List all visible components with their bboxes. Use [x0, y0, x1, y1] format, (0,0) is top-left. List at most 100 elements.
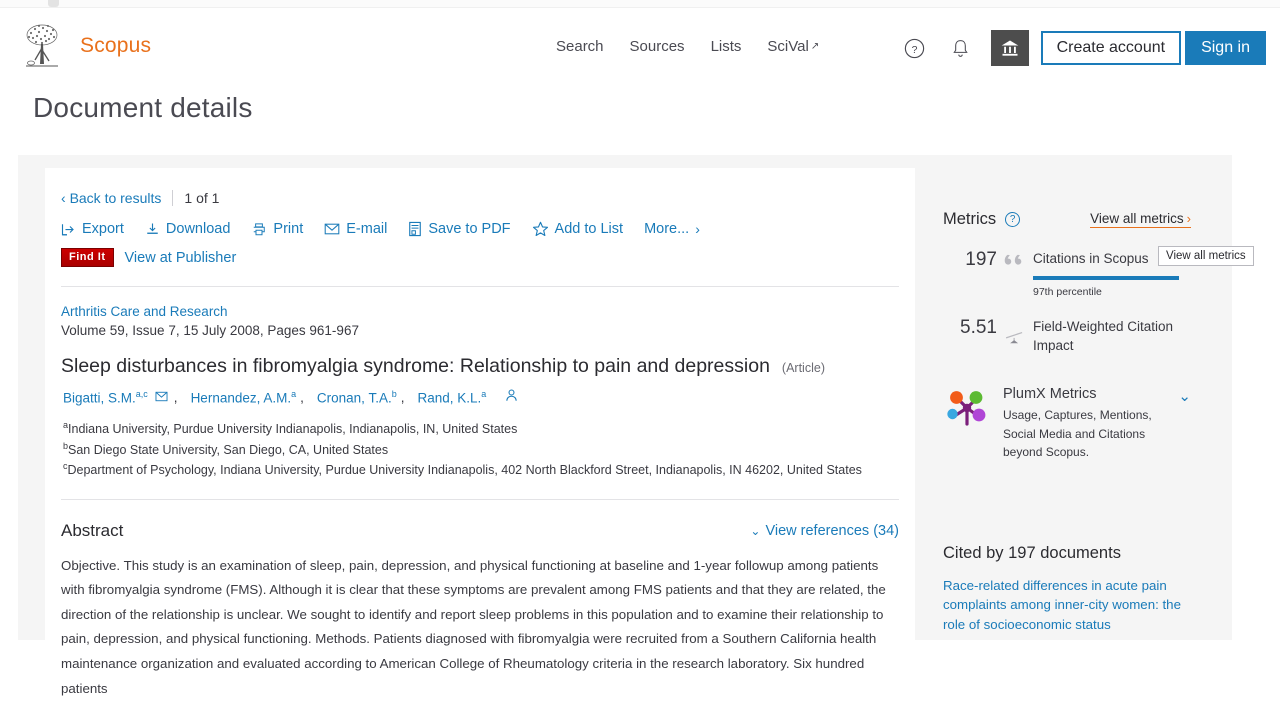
metric-percentile-bar [1033, 275, 1179, 280]
brand-logo-area[interactable]: Scopus [18, 22, 151, 70]
view-all-metrics-link[interactable]: View all metrics › [1090, 211, 1191, 228]
sign-in-button[interactable]: Sign in [1185, 31, 1266, 65]
site-header: Scopus Search Sources Lists SciVal ↗ ? C… [0, 8, 1280, 78]
author-item[interactable]: Bigatti, S.M.a,c [63, 389, 148, 406]
abstract-heading: Abstract [61, 520, 124, 540]
help-button[interactable]: ? [899, 32, 931, 64]
person-icon [506, 389, 517, 401]
affiliation-text: Indiana University, Purdue University In… [68, 422, 518, 437]
nav-item-sources[interactable]: Sources [630, 38, 685, 55]
affiliation-list: aIndiana University, Purdue University I… [63, 419, 915, 481]
author-item[interactable]: Rand, K.L.a [417, 389, 486, 406]
browser-chrome-strip [0, 0, 1280, 8]
email-label: E-mail [346, 221, 388, 237]
star-icon [532, 221, 548, 237]
author-details-button[interactable] [504, 388, 519, 406]
print-button[interactable]: Print [251, 221, 303, 237]
print-label: Print [273, 221, 304, 237]
more-button[interactable]: More... › [644, 221, 700, 237]
metric-value: 5.51 [960, 316, 997, 338]
back-to-results-label: Back to results [69, 190, 162, 206]
author-item[interactable]: Hernandez, A.M.a [191, 389, 297, 406]
plumx-text-wrap: PlumX Metrics Usage, Captures, Mentions,… [1003, 386, 1178, 462]
metric-fwci-row: 5.51 Field-Weighted Citation Impact [943, 317, 1191, 356]
printer-icon [254, 222, 266, 235]
metrics-header: Metrics ? View all metrics › [943, 210, 1191, 229]
save-to-pdf-label: Save to PDF [428, 221, 511, 237]
bell-icon [953, 39, 968, 57]
chevron-down-icon: ⌄ [750, 523, 761, 538]
cited-by-title: Cited by 197 documents [943, 544, 1121, 562]
question-circle-icon: ? [904, 38, 925, 58]
email-button[interactable]: E-mail [324, 221, 387, 237]
metric-percentile-label: 97th percentile [1033, 285, 1102, 298]
plumx-metrics-block[interactable]: PlumX Metrics Usage, Captures, Mentions,… [943, 386, 1191, 462]
view-references-label: View references (34) [765, 522, 899, 539]
plumx-chevron-down-icon[interactable]: ⌄ [1178, 387, 1191, 405]
abstract-header: Abstract ⌄ View references (34) [61, 521, 899, 541]
author-item[interactable]: Cronan, T.A.b [317, 389, 397, 406]
nav-item-search[interactable]: Search [556, 38, 604, 55]
back-bar: ‹ Back to results 1 of 1 [61, 190, 915, 206]
author-name: Cronan, T.A. [316, 390, 392, 406]
export-icon [61, 223, 74, 235]
metric-icon-wrap [997, 249, 1033, 300]
plumx-flower-icon [947, 391, 986, 426]
scale-balance-icon [1005, 331, 1023, 344]
view-references-link[interactable]: ⌄ View references (34) [750, 523, 899, 539]
author-email-icon[interactable] [155, 390, 168, 405]
envelope-icon [155, 391, 168, 401]
institution-bank-icon [1001, 40, 1018, 56]
envelope-icon [324, 223, 340, 235]
find-it-badge[interactable]: Find It [61, 248, 114, 267]
export-button[interactable]: Export [61, 221, 124, 237]
affiliation-item: aIndiana University, Purdue University I… [63, 419, 915, 440]
chevron-right-icon: › [695, 221, 700, 237]
plumx-description: Usage, Captures, Mentions, Social Media … [1003, 407, 1152, 460]
page-title: Document details [33, 92, 253, 123]
author-affil-marker: b [391, 388, 397, 399]
save-to-pdf-button[interactable]: Save to PDF [408, 221, 511, 237]
author-name: Rand, K.L. [417, 390, 482, 406]
author-separator: , [173, 389, 178, 405]
author-affil-marker: a [481, 388, 487, 399]
plumx-title: PlumX Metrics [1003, 385, 1097, 402]
add-to-list-button[interactable]: Add to List [532, 221, 624, 237]
affiliation-item: bSan Diego State University, San Diego, … [63, 440, 915, 461]
journal-issue-meta: Volume 59, Issue 7, 15 July 2008, Pages … [61, 323, 359, 338]
find-it-row: Find It View at Publisher [61, 248, 915, 267]
nav-item-scival[interactable]: SciVal ↗ [767, 38, 819, 55]
journal-name-link[interactable]: Arthritis Care and Research [61, 304, 915, 319]
save-pdf-icon [409, 221, 422, 237]
affiliation-text: San Diego State University, San Diego, C… [68, 442, 389, 457]
author-list: Bigatti, S.M.a,c , Hernandez, A.M.a, Cro… [63, 388, 915, 406]
cited-by-item[interactable]: Race-related differences in acute pain c… [943, 576, 1191, 634]
result-page-count: 1 of 1 [184, 190, 220, 206]
browser-tab-remnant [48, 0, 59, 7]
metric-text-wrap: Field-Weighted Citation Impact [1033, 317, 1191, 356]
document-toolbar: Export Download Print E-mail Save to PDF… [61, 221, 915, 237]
metric-value: 197 [965, 249, 997, 270]
view-all-metrics-label: View all metrics [1090, 211, 1184, 226]
alerts-button[interactable] [945, 32, 977, 64]
document-detail-card: ‹ Back to results 1 of 1 Export Download [45, 168, 915, 696]
brand-name: Scopus [80, 34, 152, 57]
back-bar-divider [172, 190, 174, 206]
more-label: More... [644, 221, 690, 237]
main-nav: Search Sources Lists SciVal ↗ [556, 38, 819, 55]
view-at-publisher-link[interactable]: View at Publisher [125, 250, 237, 266]
metrics-help-icon[interactable]: ? [1005, 212, 1021, 227]
add-to-list-label: Add to List [554, 221, 624, 237]
download-button[interactable]: Download [145, 221, 230, 237]
external-link-arrow-icon: ↗ [810, 41, 820, 52]
nav-item-lists[interactable]: Lists [711, 38, 742, 55]
document-title: Sleep disturbances in fibromyalgia syndr… [61, 355, 770, 377]
cited-by-panel: Cited by 197 documents Race-related diff… [927, 530, 1207, 640]
back-to-results-link[interactable]: ‹ Back to results [61, 190, 161, 206]
metrics-title: Metrics [943, 210, 997, 228]
create-account-button[interactable]: Create account [1040, 31, 1182, 65]
institution-button[interactable] [990, 30, 1029, 66]
card-divider [61, 286, 899, 287]
view-all-metrics-tooltip: View all metrics [1158, 246, 1254, 266]
metric-icon-wrap [997, 317, 1033, 356]
